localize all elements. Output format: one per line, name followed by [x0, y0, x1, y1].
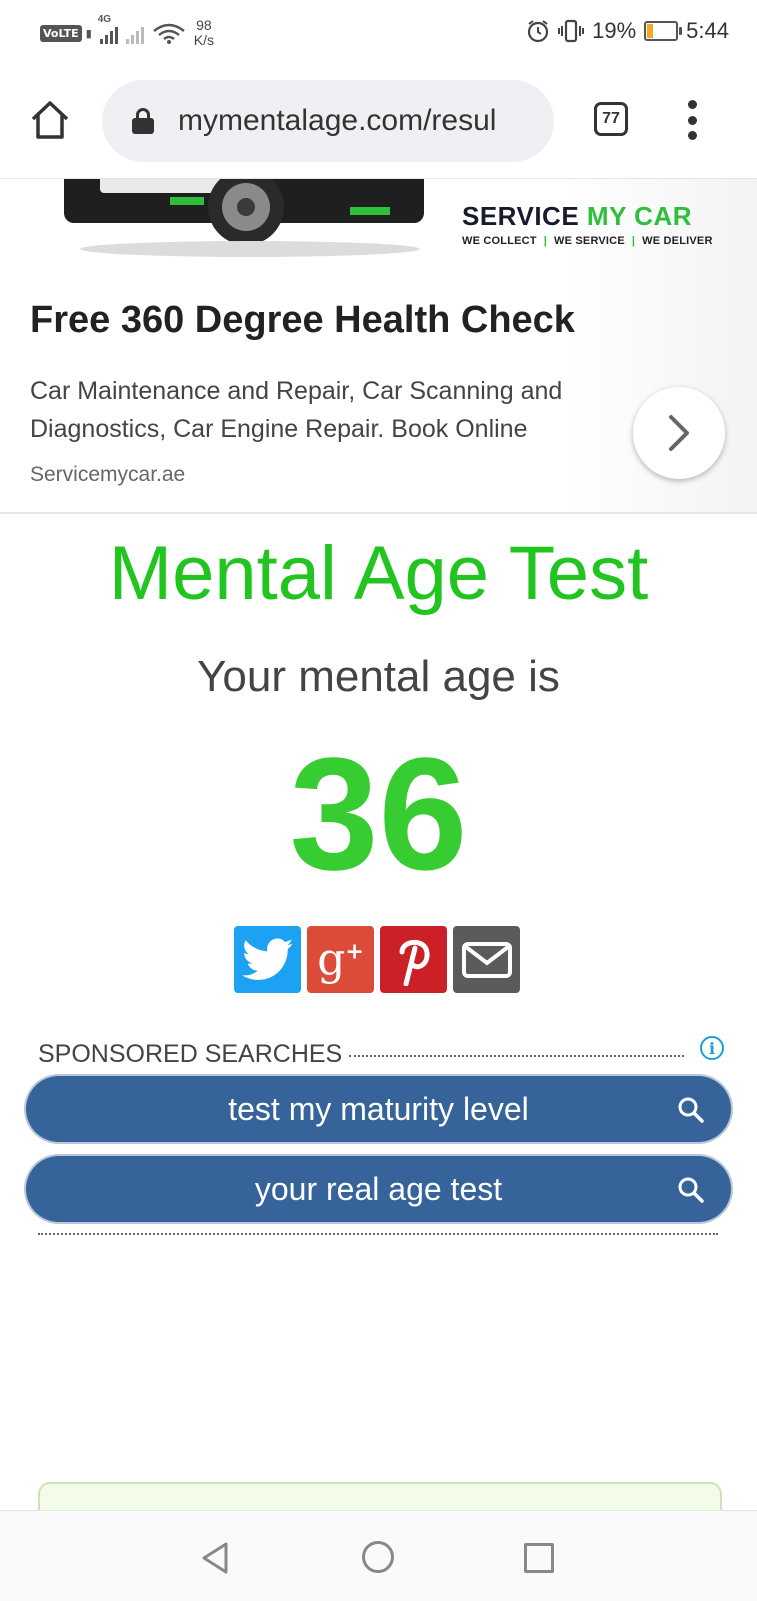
battery-percent: 19% — [592, 18, 637, 43]
system-nav-bar — [0, 1510, 757, 1601]
sponsored-search-label: your real age test — [254, 1170, 503, 1207]
pinterest-share-button[interactable] — [380, 926, 447, 993]
gplus-letter: g — [317, 934, 346, 985]
sponsored-search-button[interactable]: test my maturity level — [26, 1076, 731, 1142]
tagline-item: WE COLLECT — [462, 235, 537, 247]
lock-icon — [132, 108, 154, 134]
sim-indicator: ▮ — [85, 27, 92, 40]
mental-age-value: 36 — [289, 724, 468, 903]
brand-accent: A — [653, 201, 673, 231]
recents-icon[interactable] — [524, 1543, 554, 1573]
dotted-divider — [349, 1055, 684, 1057]
tabs-icon[interactable]: 77 — [594, 102, 628, 136]
back-icon[interactable] — [200, 1541, 230, 1575]
brand-highlight: MY C — [586, 201, 654, 231]
signal-icon-secondary — [125, 22, 144, 44]
email-icon — [461, 941, 512, 978]
vibrate-icon — [558, 19, 585, 43]
battery-level — [647, 24, 653, 38]
clock: 5:44 — [686, 18, 729, 43]
home-circle-icon[interactable] — [362, 1541, 394, 1573]
ad-title[interactable]: Free 360 Degree Health Check — [30, 299, 575, 342]
signal-icon: 4G — [98, 14, 118, 44]
brand-prefix: SERVICE — [462, 201, 587, 231]
share-buttons: g+ — [234, 926, 520, 993]
sponsored-heading: SPONSORED SEARCHES — [38, 1040, 343, 1068]
advertisement[interactable]: SERVICE MY CAR WE COLLECT | WE SERVICE | WE … — [0, 179, 757, 514]
car-image — [64, 179, 424, 257]
ad-next-button[interactable] — [633, 387, 725, 479]
address-bar[interactable]: mymentalage.com/resul — [102, 80, 554, 162]
battery-icon — [644, 21, 683, 41]
sponsored-search-label: test my maturity level — [228, 1090, 529, 1127]
result-subtitle: Your mental age is — [197, 652, 560, 701]
ad-display-url[interactable]: Servicemycar.ae — [30, 463, 185, 487]
tagline-item: WE DELIVER — [642, 235, 713, 247]
sponsored-search-button[interactable]: your real age test — [26, 1156, 731, 1222]
gplus-plus: + — [345, 939, 364, 965]
url-text[interactable]: mymentalage.com/resul — [178, 104, 548, 138]
brand-suffix: R — [672, 201, 692, 231]
ad-tagline: WE COLLECT | WE SERVICE | WE DELIVER — [462, 235, 713, 247]
tagline-item: WE SERVICE — [554, 235, 625, 247]
home-icon[interactable] — [28, 98, 72, 142]
email-share-button[interactable] — [453, 926, 520, 993]
volte-badge: VoLTE — [40, 24, 82, 42]
alarm-icon — [528, 20, 549, 43]
net-speed: 98 K/s — [194, 18, 214, 48]
chevron-right-icon — [669, 415, 689, 451]
search-icon — [678, 1177, 704, 1203]
google-plus-share-button[interactable]: g+ — [307, 926, 374, 993]
status-left: VoLTE ▮ 4G 98 K/s — [40, 14, 214, 48]
page-title: Mental Age Test — [108, 531, 649, 616]
network-type: 4G — [97, 14, 112, 25]
dotted-divider — [38, 1233, 718, 1235]
net-speed-value: 98 — [196, 17, 212, 33]
wifi-icon — [152, 23, 185, 44]
status-right: 19% 5:44 — [526, 18, 729, 44]
status-bar: VoLTE ▮ 4G 98 K/s 19% 5:44 — [0, 0, 757, 64]
net-speed-unit: K/s — [193, 32, 214, 48]
google-plus-icon: g+ — [317, 934, 364, 985]
tab-count: 77 — [602, 110, 620, 127]
ad-description: Car Maintenance and Repair, Car Scanning… — [30, 377, 563, 443]
twitter-share-button[interactable] — [234, 926, 301, 993]
ad-brand-logo: SERVICE MY CAR — [462, 201, 692, 232]
twitter-icon — [241, 938, 293, 980]
pinterest-icon — [399, 939, 430, 986]
search-icon — [678, 1097, 704, 1123]
info-icon[interactable]: i — [700, 1036, 724, 1060]
signal-bars — [99, 22, 118, 44]
browser-toolbar: mymentalage.com/resul 77 — [0, 64, 757, 179]
more-vert-icon[interactable] — [686, 100, 698, 140]
